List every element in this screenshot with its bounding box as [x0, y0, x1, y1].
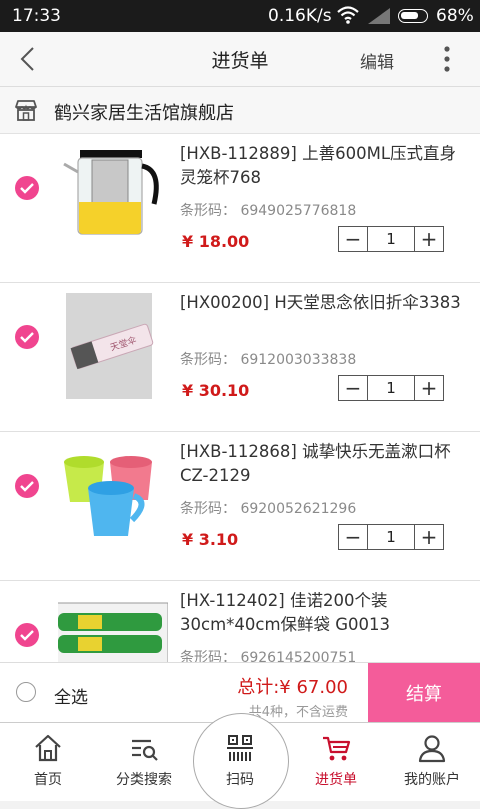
barcode-value: 6912003033838	[240, 352, 357, 368]
tab-label: 扫码	[226, 772, 254, 788]
tab-label: 我的账户	[404, 772, 460, 788]
status-time: 17:33	[12, 6, 61, 26]
quantity-value[interactable]: 1	[367, 227, 415, 251]
shop-header[interactable]: 鹤兴家居生活馆旗舰店	[0, 87, 480, 134]
check-icon	[20, 183, 34, 194]
barcode-label: 条形码：	[180, 352, 236, 368]
user-icon	[418, 735, 446, 763]
product-image-teapot[interactable]	[58, 142, 168, 252]
decrease-button[interactable]: −	[339, 227, 367, 251]
item-checkbox[interactable]	[15, 474, 39, 498]
product-barcode: 条形码： 6926145200751	[180, 647, 356, 662]
order-count-note: 共4种，不含运费	[248, 705, 348, 720]
product-name[interactable]: [HXB-112889] 上善600ML压式直身灵笼杯768	[180, 142, 470, 190]
barcode-value: 6926145200751	[240, 650, 357, 662]
barcode-value: 6949025776818	[240, 203, 357, 219]
home-icon	[35, 734, 61, 762]
product-image-food-bags[interactable]	[58, 589, 168, 662]
quantity-stepper: − 1 +	[338, 375, 444, 401]
item-checkbox[interactable]	[15, 325, 39, 349]
wifi-icon	[337, 6, 359, 24]
product-barcode: 条形码： 6920052621296	[180, 498, 356, 518]
checkout-button[interactable]: 结算	[368, 663, 480, 723]
product-price: ¥ 18.00	[182, 232, 250, 251]
quantity-stepper: − 1 +	[338, 524, 444, 550]
product-price: ¥ 3.10	[182, 530, 239, 549]
tab-label: 首页	[34, 772, 62, 788]
increase-button[interactable]: +	[415, 227, 443, 251]
product-barcode: 条形码： 6949025776818	[180, 200, 356, 220]
check-icon	[20, 332, 34, 343]
bottom-tab-bar: 首页 分类搜索 扫码 进货单 我的账户	[0, 713, 480, 809]
select-all-label[interactable]: 全选	[54, 683, 88, 708]
tab-label: 分类搜索	[116, 772, 172, 788]
barcode-label: 条形码：	[180, 650, 236, 662]
product-item[interactable]: 天堂伞 [HX00200] H天堂思念依旧折伞3383 条形码： 6912003…	[0, 283, 480, 432]
nav-bar: 进货单 编辑	[0, 32, 480, 87]
barcode-value: 6920052621296	[240, 501, 357, 517]
edit-button[interactable]: 编辑	[360, 48, 394, 73]
decrease-button[interactable]: −	[339, 376, 367, 400]
item-checkbox[interactable]	[15, 623, 39, 647]
increase-button[interactable]: +	[415, 376, 443, 400]
product-item[interactable]: [HXB-112889] 上善600ML压式直身灵笼杯768 条形码： 6949…	[0, 134, 480, 283]
item-checkbox[interactable]	[15, 176, 39, 200]
product-list[interactable]: [HXB-112889] 上善600ML压式直身灵笼杯768 条形码： 6949…	[0, 134, 480, 662]
product-item[interactable]: [HXB-112868] 诚挚快乐无盖漱口杯 CZ-2129 条形码： 6920…	[0, 432, 480, 581]
select-all-checkbox[interactable]	[16, 682, 36, 702]
product-barcode: 条形码： 6912003033838	[180, 349, 356, 369]
back-icon[interactable]	[14, 44, 44, 74]
product-price: ¥ 30.10	[182, 381, 250, 400]
barcode-scan-icon	[227, 735, 253, 761]
more-icon[interactable]	[438, 44, 456, 74]
decrease-button[interactable]: −	[339, 525, 367, 549]
product-name[interactable]: [HX-112402] 佳诺200个装30cm*40cm保鲜袋 G0013	[180, 589, 470, 637]
category-search-icon	[132, 739, 158, 761]
barcode-label: 条形码：	[180, 501, 236, 517]
cart-icon	[323, 736, 351, 761]
order-total: 总计:¥ 67.00	[237, 677, 348, 698]
signal-icon	[368, 8, 390, 24]
increase-button[interactable]: +	[415, 525, 443, 549]
network-speed: 0.16K/s	[268, 6, 332, 26]
check-icon	[20, 481, 34, 492]
battery-percent: 68%	[436, 6, 474, 26]
status-bar: 17:33 0.16K/s 68%	[0, 0, 480, 32]
quantity-value[interactable]: 1	[367, 376, 415, 400]
product-name[interactable]: [HXB-112868] 诚挚快乐无盖漱口杯 CZ-2129	[180, 440, 470, 488]
store-icon	[15, 100, 37, 121]
check-icon	[20, 630, 34, 641]
product-image-cups[interactable]	[58, 440, 168, 550]
tab-cart[interactable]: 进货单	[288, 723, 384, 801]
quantity-stepper: − 1 +	[338, 226, 444, 252]
tab-scan[interactable]: 扫码	[192, 723, 288, 801]
tab-label: 进货单	[315, 772, 357, 788]
battery-icon	[398, 9, 428, 23]
product-name[interactable]: [HX00200] H天堂思念依旧折伞3383	[180, 291, 470, 315]
product-image-umbrella[interactable]: 天堂伞	[58, 291, 168, 401]
shop-name: 鹤兴家居生活馆旗舰店	[54, 103, 234, 124]
tab-home[interactable]: 首页	[0, 723, 96, 801]
quantity-value[interactable]: 1	[367, 525, 415, 549]
page-title: 进货单	[211, 50, 269, 72]
tab-my-account[interactable]: 我的账户	[384, 723, 480, 801]
tab-category-search[interactable]: 分类搜索	[96, 723, 192, 801]
product-item[interactable]: [HX-112402] 佳诺200个装30cm*40cm保鲜袋 G0013 条形…	[0, 581, 480, 662]
barcode-label: 条形码：	[180, 203, 236, 219]
